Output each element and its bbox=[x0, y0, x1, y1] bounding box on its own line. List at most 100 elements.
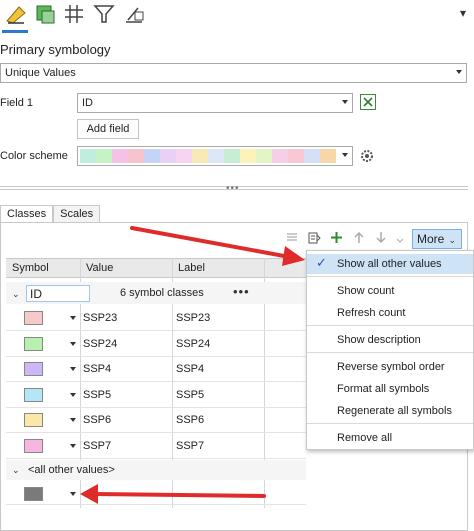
row-value: SSP5 bbox=[83, 388, 112, 401]
menu-separator bbox=[307, 352, 473, 353]
menu-item-label: Format all symbols bbox=[337, 383, 430, 395]
menu-item-show-count[interactable]: Show count bbox=[307, 281, 473, 301]
scheme-swatch bbox=[192, 149, 208, 163]
menu-item-format-all-symbols[interactable]: Format all symbols bbox=[307, 379, 473, 399]
scheme-swatch bbox=[96, 149, 112, 163]
more-button[interactable]: More ⌄ bbox=[412, 229, 462, 249]
row-label[interactable]: SSP24 bbox=[176, 338, 210, 350]
row-label[interactable]: SSP5 bbox=[176, 389, 204, 401]
scheme-swatch bbox=[320, 149, 336, 163]
add-class-icon[interactable] bbox=[330, 231, 343, 247]
grid-icon[interactable] bbox=[62, 2, 86, 26]
chevron-down-icon bbox=[456, 70, 462, 74]
chevron-down-icon bbox=[342, 153, 348, 157]
field-dropdown[interactable]: ID bbox=[77, 93, 353, 113]
row-value: SSP24 bbox=[83, 337, 118, 350]
menu-item-label: Show all other values bbox=[337, 258, 442, 270]
section-title: Primary symbology bbox=[0, 42, 111, 57]
row-label[interactable]: SSP4 bbox=[176, 363, 204, 375]
scheme-swatch bbox=[272, 149, 288, 163]
move-down-icon[interactable] bbox=[375, 231, 387, 247]
row-label[interactable]: SSP7 bbox=[176, 440, 204, 452]
scheme-swatch bbox=[160, 149, 176, 163]
more-menu: ✓ Show all other values Show count Refresh … bbox=[306, 250, 474, 450]
tab-classes[interactable]: Classes bbox=[0, 205, 54, 223]
scheme-swatch bbox=[80, 149, 96, 163]
menu-item-reverse-symbol-order[interactable]: Reverse symbol order bbox=[307, 357, 473, 377]
splitter-grip[interactable]: ••• bbox=[226, 183, 240, 194]
appearance-icon[interactable] bbox=[33, 2, 57, 26]
scheme-swatch bbox=[256, 149, 272, 163]
symbol-swatch[interactable] bbox=[24, 336, 43, 351]
chevron-down-icon[interactable] bbox=[70, 418, 76, 422]
move-up-icon[interactable] bbox=[353, 231, 365, 247]
group-menu-icon[interactable]: ••• bbox=[233, 284, 250, 299]
table-row[interactable]: SSP6 SSP6 bbox=[6, 408, 306, 433]
table-row[interactable]: SSP23 SSP23 bbox=[6, 306, 306, 331]
tab-strip: Classes Scales bbox=[0, 205, 101, 223]
export-icon[interactable] bbox=[307, 231, 321, 248]
symbol-swatch[interactable] bbox=[24, 438, 43, 453]
menu-separator bbox=[307, 276, 473, 277]
color-scheme-dropdown[interactable] bbox=[77, 146, 353, 166]
menu-item-label: Show description bbox=[337, 334, 421, 346]
menu-item-show-description[interactable]: Show description bbox=[307, 330, 473, 350]
chevron-down-icon[interactable] bbox=[70, 316, 76, 320]
table-row[interactable]: SSP5 SSP5 bbox=[6, 383, 306, 408]
other-values-row[interactable] bbox=[6, 483, 306, 505]
menu-item-refresh-count[interactable]: Refresh count bbox=[307, 303, 473, 323]
classes-grid-header: Symbol Value Label bbox=[6, 258, 306, 278]
row-value: SSP23 bbox=[83, 312, 118, 324]
list-view-icon[interactable] bbox=[286, 231, 298, 246]
symbol-swatch[interactable] bbox=[24, 311, 43, 325]
collapse-other-icon[interactable]: ⌄ bbox=[12, 465, 20, 476]
active-tab-indicator bbox=[2, 30, 28, 33]
column-header-symbol[interactable]: Symbol bbox=[12, 262, 49, 274]
collapse-icon[interactable] bbox=[396, 234, 404, 249]
chevron-down-icon[interactable] bbox=[70, 492, 76, 496]
add-field-button[interactable]: Add field bbox=[77, 119, 139, 139]
menu-item-regenerate-all-symbols[interactable]: Regenerate all symbols bbox=[307, 401, 473, 421]
scheme-swatch bbox=[208, 149, 224, 163]
field-label: Field 1 bbox=[0, 97, 34, 109]
menu-item-label: Regenerate all symbols bbox=[337, 405, 452, 417]
chevron-down-icon: ⌄ bbox=[448, 235, 456, 245]
expression-icon[interactable] bbox=[360, 94, 376, 110]
symbol-swatch[interactable] bbox=[24, 413, 43, 427]
menu-item-show-all-other-values[interactable]: ✓ Show all other values bbox=[307, 254, 473, 274]
symbology-method-dropdown[interactable]: Unique Values bbox=[0, 63, 467, 83]
scheme-swatch bbox=[240, 149, 256, 163]
row-value: SSP6 bbox=[83, 414, 112, 426]
label-icon[interactable] bbox=[122, 2, 146, 26]
chevron-down-icon[interactable] bbox=[70, 443, 76, 448]
column-header-value[interactable]: Value bbox=[86, 262, 113, 274]
scheme-swatch bbox=[224, 149, 240, 163]
row-value: SSP4 bbox=[83, 363, 112, 375]
checkmark-icon: ✓ bbox=[316, 255, 327, 270]
chevron-down-icon[interactable] bbox=[70, 341, 76, 346]
symbology-icon[interactable] bbox=[4, 2, 28, 26]
chevron-down-icon[interactable] bbox=[70, 392, 76, 397]
row-label[interactable]: SSP6 bbox=[176, 414, 204, 426]
tab-scales[interactable]: Scales bbox=[53, 205, 101, 223]
table-row[interactable]: SSP4 SSP4 bbox=[6, 357, 306, 382]
menu-separator bbox=[307, 423, 473, 424]
symbol-swatch[interactable] bbox=[24, 487, 43, 501]
table-row[interactable]: SSP7 SSP7 bbox=[6, 434, 306, 459]
group-field-input[interactable]: ID bbox=[26, 285, 90, 302]
scheme-swatch bbox=[176, 149, 192, 163]
collapse-group-icon[interactable]: ⌄ bbox=[12, 289, 20, 300]
scheme-swatch bbox=[288, 149, 304, 163]
chevron-down-icon bbox=[342, 100, 348, 104]
symbol-swatch[interactable] bbox=[24, 362, 43, 376]
scheme-swatch bbox=[144, 149, 160, 163]
row-label[interactable]: SSP23 bbox=[176, 312, 210, 324]
column-header-label[interactable]: Label bbox=[178, 262, 205, 274]
symbol-swatch[interactable] bbox=[24, 387, 43, 402]
gear-icon[interactable] bbox=[359, 148, 375, 167]
filter-icon[interactable] bbox=[92, 2, 116, 26]
menu-item-remove-all[interactable]: Remove all bbox=[307, 428, 473, 448]
table-row[interactable]: SSP24 SSP24 bbox=[6, 332, 306, 357]
chevron-down-icon[interactable] bbox=[70, 367, 76, 371]
pane-menu-icon[interactable]: ▾ bbox=[460, 6, 466, 20]
